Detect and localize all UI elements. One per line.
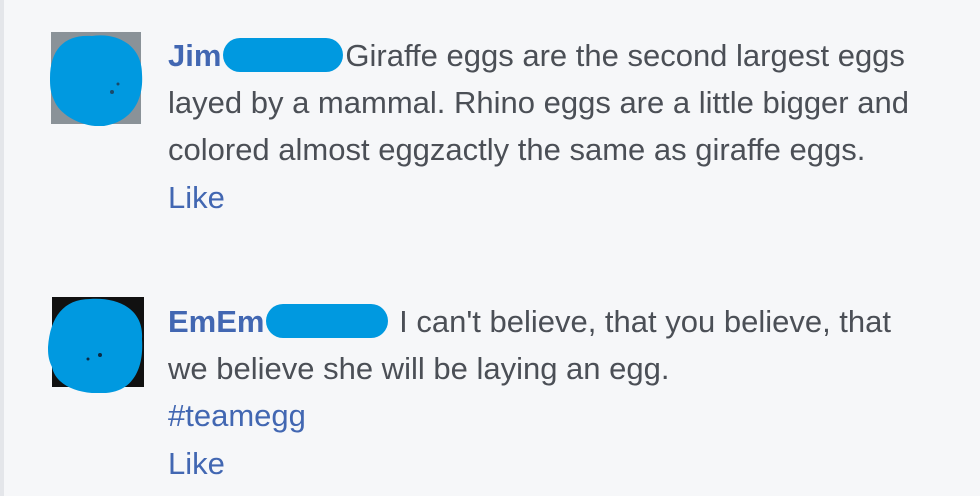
like-link[interactable]: Like xyxy=(168,440,928,487)
redaction-mark xyxy=(223,37,344,72)
hashtag-link[interactable]: #teamegg xyxy=(168,392,928,439)
comment-content: Jim Giraffe eggs are the second largest e… xyxy=(168,37,909,167)
comment-body: Jim Giraffe eggs are the second largest e… xyxy=(168,32,928,221)
avatar[interactable] xyxy=(48,297,144,393)
redaction-mark xyxy=(266,303,389,338)
like-link[interactable]: Like xyxy=(168,174,928,221)
comment-content: EmEm I can't believe, that you believe, … xyxy=(168,303,891,386)
comment-author[interactable]: Jim xyxy=(168,38,221,73)
avatar[interactable] xyxy=(48,30,144,126)
comment-body: EmEm I can't believe, that you believe, … xyxy=(168,298,928,487)
comment-author[interactable]: EmEm xyxy=(168,304,264,339)
thread-left-border xyxy=(0,0,4,496)
